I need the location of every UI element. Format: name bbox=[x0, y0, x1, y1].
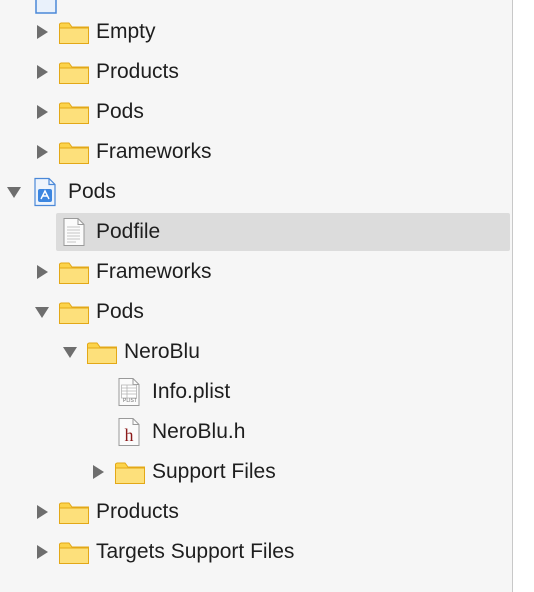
tree-row-label: Products bbox=[96, 500, 179, 523]
tree-row-pods[interactable]: Pods bbox=[0, 92, 512, 132]
disclosure-collapsed-icon[interactable] bbox=[34, 144, 50, 160]
disclosure-collapsed-icon[interactable] bbox=[34, 24, 50, 40]
tree-row-label: Targets Support Files bbox=[96, 540, 295, 563]
tree-row-pods-group[interactable]: Pods bbox=[0, 292, 512, 332]
tree-row-neroblu-h[interactable]: h NeroBlu.h bbox=[0, 412, 512, 452]
tree-row-info-plist[interactable]: PLIST Info.plist bbox=[0, 372, 512, 412]
tree-row-frameworks[interactable]: Frameworks bbox=[0, 132, 512, 172]
tree-row-label: Pods bbox=[96, 300, 144, 323]
disclosure-expanded-icon[interactable] bbox=[6, 184, 22, 200]
disclosure-collapsed-icon[interactable] bbox=[34, 264, 50, 280]
folder-icon bbox=[58, 57, 90, 87]
disclosure-expanded-icon[interactable] bbox=[62, 344, 78, 360]
file-icon bbox=[58, 217, 90, 247]
project-navigator: Empty Products Pods Frameworks Pods Podf… bbox=[0, 0, 512, 592]
tree-row-neroblu[interactable]: NeroBlu bbox=[0, 332, 512, 372]
tree-row-label: Frameworks bbox=[96, 260, 212, 283]
header-file-icon: h bbox=[114, 417, 146, 447]
disclosure-collapsed-icon[interactable] bbox=[34, 544, 50, 560]
header-icon-glyph: h bbox=[124, 425, 134, 445]
tree-row-label: Info.plist bbox=[152, 380, 231, 403]
tree-row-support-files[interactable]: Support Files bbox=[0, 452, 512, 492]
tree-row-empty[interactable]: Empty bbox=[0, 12, 512, 52]
tree-row-frameworks[interactable]: Frameworks bbox=[0, 252, 512, 292]
tree-row-label: Products bbox=[96, 60, 179, 83]
folder-icon bbox=[58, 257, 90, 287]
folder-icon bbox=[58, 297, 90, 327]
folder-icon bbox=[58, 537, 90, 567]
tree-row-label: Support Files bbox=[152, 460, 276, 483]
tree-row-products[interactable]: Products bbox=[0, 52, 512, 92]
plist-icon-caption: PLIST bbox=[123, 398, 137, 404]
editor-pane-edge bbox=[513, 0, 534, 592]
tree-row-pods-project[interactable]: Pods bbox=[0, 172, 512, 212]
tree-row-products[interactable]: Products bbox=[0, 492, 512, 532]
tree-row-targets-support-files[interactable]: Targets Support Files bbox=[0, 532, 512, 572]
tree-row-label: Podfile bbox=[96, 220, 161, 243]
folder-icon bbox=[58, 17, 90, 47]
xcode-project-icon bbox=[30, 177, 62, 207]
tree-row-label: Frameworks bbox=[96, 140, 212, 163]
plist-file-icon: PLIST bbox=[114, 377, 146, 407]
disclosure-collapsed-icon[interactable] bbox=[34, 104, 50, 120]
tree-row-label: Empty bbox=[96, 20, 156, 43]
tree-row-label: Pods bbox=[96, 100, 144, 123]
folder-icon bbox=[58, 497, 90, 527]
tree-row-label: NeroBlu bbox=[124, 340, 200, 363]
tree-row-podfile[interactable]: Podfile bbox=[0, 212, 512, 252]
folder-icon bbox=[58, 97, 90, 127]
tree-row-label: Pods bbox=[68, 180, 116, 203]
disclosure-collapsed-icon[interactable] bbox=[34, 504, 50, 520]
folder-icon bbox=[86, 337, 118, 367]
tree-row-label: NeroBlu.h bbox=[152, 420, 246, 443]
disclosure-collapsed-icon[interactable] bbox=[34, 64, 50, 80]
disclosure-collapsed-icon[interactable] bbox=[90, 464, 106, 480]
disclosure-expanded-icon[interactable] bbox=[34, 304, 50, 320]
folder-icon bbox=[114, 457, 146, 487]
folder-icon bbox=[58, 137, 90, 167]
